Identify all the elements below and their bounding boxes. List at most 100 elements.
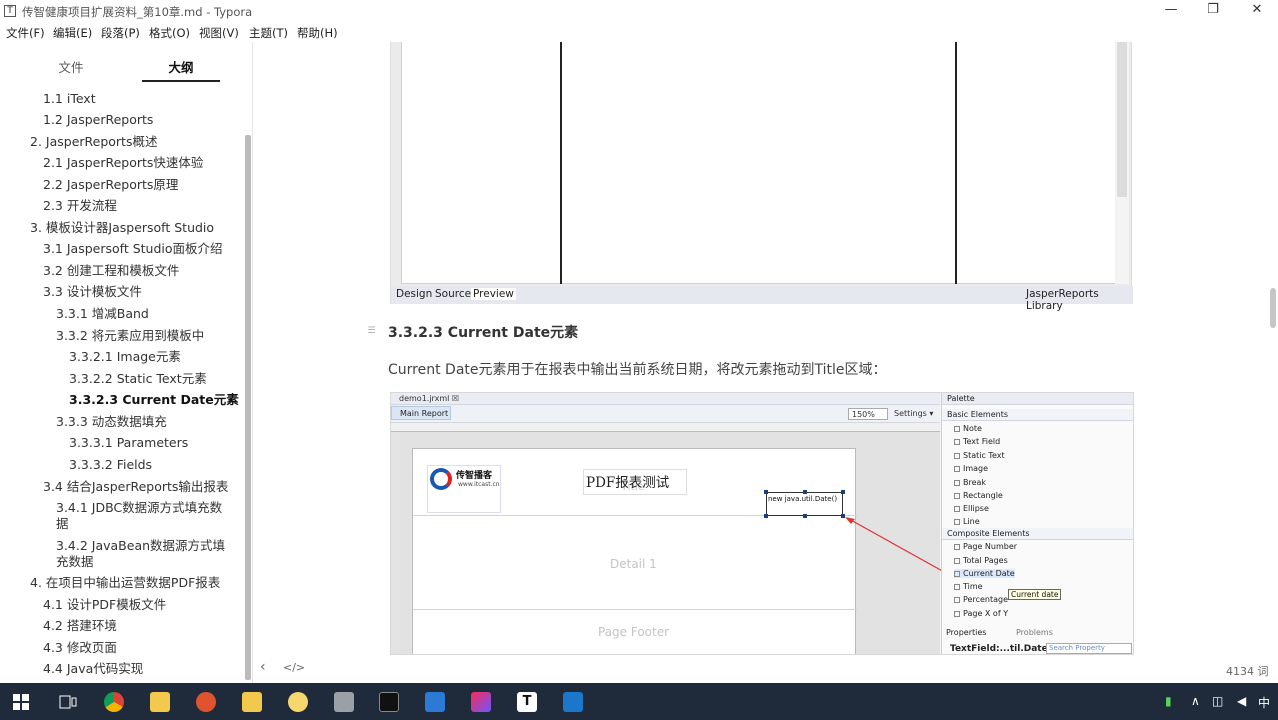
preview-tabs-bar: Design Source Preview JasperReports Libr… — [391, 286, 1133, 312]
outline-item[interactable]: 4.3 修改页面 — [43, 640, 117, 656]
palette-item: Time — [954, 582, 983, 591]
outline-item-wrap[interactable]: 充数据 — [56, 554, 94, 570]
outline-item[interactable]: 2. JasperReports概述 — [30, 134, 157, 150]
toggle-sidebar-button[interactable]: ‹ — [260, 659, 266, 675]
outline-item-wrap[interactable]: 据 — [56, 516, 69, 532]
outline-item[interactable]: 2.2 JasperReports原理 — [43, 177, 178, 193]
outline-item[interactable]: 3.3.1 增减Band — [56, 306, 149, 322]
tab-outline[interactable]: 大纲 — [141, 57, 221, 76]
restore-button[interactable]: ❐ — [1190, 0, 1236, 22]
outline-item[interactable]: 3.3 设计模板文件 — [43, 284, 142, 300]
outline-item[interactable]: 1.2 JasperReports — [43, 112, 153, 128]
band-divider — [413, 609, 857, 610]
close-button[interactable]: ✕ — [1234, 0, 1278, 22]
tab-files[interactable]: 文件 — [31, 57, 111, 76]
outline-item[interactable]: 3.3.2.2 Static Text元素 — [69, 371, 207, 387]
folder-app-icon[interactable] — [150, 692, 170, 712]
palette-item: Total Pages — [954, 556, 1008, 565]
outline-item[interactable]: 4.2 搭建环境 — [43, 618, 117, 634]
resize-handle — [803, 514, 807, 518]
basic-elements-header: Basic Elements — [942, 409, 1133, 421]
palette-item: Note — [954, 424, 982, 433]
outline-item[interactable]: 3.3.2.1 Image元素 — [69, 349, 181, 365]
outline-item[interactable]: 3.4.2 JavaBean数据源方式填 — [56, 538, 225, 554]
document-scrollbar[interactable] — [1270, 288, 1276, 328]
active-tab-indicator — [142, 80, 220, 82]
outline-item[interactable]: 3. 模板设计器Jaspersoft Studio — [30, 220, 214, 236]
blue-app-icon[interactable] — [425, 692, 445, 712]
footer-band-label: Page Footer — [598, 625, 670, 639]
outline-item[interactable]: 3.3.2 将元素应用到模板中 — [56, 328, 204, 344]
outline-item[interactable]: 4.1 设计PDF模板文件 — [43, 597, 166, 613]
resize-handle — [803, 490, 807, 494]
vm-app-icon[interactable] — [563, 692, 583, 712]
menu-file[interactable]: 文件(F) — [6, 25, 45, 41]
property-value: TextField:...til.Date() — [950, 644, 1056, 654]
title-bar: T 传智健康项目扩展资料_第10章.md - Typora — ❐ ✕ — [0, 0, 1278, 22]
sidebar-scrollbar[interactable] — [245, 135, 251, 680]
palette-item: Percentage — [954, 595, 1008, 604]
menu-bar: 文件(F) 编辑(E) 段落(P) 格式(O) 视图(V) 主题(T) 帮助(H… — [0, 22, 1278, 42]
menu-view[interactable]: 视图(V) — [199, 25, 239, 41]
design-toolbar: Main Report 150% Settings ▾ — [391, 405, 940, 423]
palette-item: Image — [954, 464, 988, 473]
date-field-expression: new java.util.Date() — [768, 495, 838, 503]
menu-format[interactable]: 格式(O) — [149, 25, 190, 41]
outline-item[interactable]: 3.1 Jaspersoft Studio面板介绍 — [43, 241, 223, 257]
palette-item: Static Text — [954, 451, 1005, 460]
outline-item[interactable]: 2.1 JasperReports快速体验 — [43, 155, 203, 171]
terminal-icon[interactable] — [379, 692, 399, 712]
tab-preview: Preview — [471, 288, 516, 300]
palette-item: Page Number — [954, 542, 1017, 551]
outline-item[interactable]: 3.3.3.1 Parameters — [69, 435, 188, 451]
outline-item-active[interactable]: 3.3.2.3 Current Date元素 — [69, 392, 239, 408]
outline-item[interactable]: 3.4 结合JasperReports输出报表 — [43, 479, 228, 495]
outline-item[interactable]: 1.1 iText — [43, 91, 96, 107]
library-label: JasperReports Library — [1026, 288, 1099, 312]
windows-start-icon[interactable] — [13, 694, 29, 710]
logo-image: 传智播客 www.itcast.cn — [427, 465, 501, 513]
fox-app-icon[interactable] — [288, 692, 308, 712]
intellij-icon[interactable] — [471, 692, 491, 712]
outline-item[interactable]: 3.3.3.2 Fields — [69, 457, 152, 473]
outline-item[interactable]: 4.4 Java代码实现 — [43, 661, 143, 677]
tab-source: Source — [435, 288, 472, 300]
paint-app-icon[interactable] — [196, 692, 216, 712]
chrome-icon[interactable] — [104, 692, 124, 712]
menu-theme[interactable]: 主题(T) — [249, 25, 288, 41]
source-mode-button[interactable]: </> — [283, 661, 305, 674]
menu-help[interactable]: 帮助(H) — [297, 25, 338, 41]
battery-icon[interactable]: ▮ — [1165, 694, 1172, 708]
heading-anchor-icon[interactable]: ☰ — [365, 325, 378, 338]
task-view-icon[interactable] — [59, 695, 77, 709]
palette-item: Ellipse — [954, 504, 989, 513]
vertical-ruler — [391, 432, 400, 654]
network-icon[interactable]: ◫ — [1212, 694, 1223, 708]
outline-item[interactable]: 3.3.3 动态数据填充 — [56, 414, 167, 430]
detail-band-label: Detail 1 — [610, 557, 657, 571]
word-count[interactable]: 4134 词 — [1226, 663, 1269, 679]
problems-tab: Problems — [1016, 628, 1053, 637]
paint-bucket-icon[interactable] — [334, 692, 354, 712]
minimize-button[interactable]: — — [1148, 0, 1194, 22]
ime-indicator[interactable]: 中 — [1258, 694, 1270, 711]
tab-design: Design — [396, 288, 433, 300]
typora-taskbar-icon[interactable]: T — [517, 692, 537, 712]
tray-expand-icon[interactable]: ∧ — [1191, 694, 1200, 708]
volume-icon[interactable]: ◀ — [1237, 694, 1246, 708]
menu-paragraph[interactable]: 段落(P) — [101, 25, 140, 41]
page-edge-right — [955, 42, 957, 284]
file-explorer-icon[interactable] — [242, 692, 262, 712]
menu-edit[interactable]: 编辑(E) — [53, 25, 92, 41]
outline-item[interactable]: 4. 在项目中输出运营数据PDF报表 — [30, 575, 220, 591]
preview-scrollbar — [1115, 42, 1129, 284]
outline-item[interactable]: 3.2 创建工程和模板文件 — [43, 263, 179, 279]
resize-handle — [764, 490, 768, 494]
palette-item-selected: Current Date — [954, 569, 1015, 578]
outline-item[interactable]: 3.4.1 JDBC数据源方式填充数 — [56, 500, 222, 516]
outline-item[interactable]: 2.3 开发流程 — [43, 198, 117, 214]
composite-elements-header: Composite Elements — [942, 528, 1133, 540]
editor-tab: demo1.jrxml ☒ — [391, 393, 940, 405]
main-report-tab: Main Report — [391, 406, 451, 420]
settings-menu: Settings ▾ — [894, 409, 934, 418]
